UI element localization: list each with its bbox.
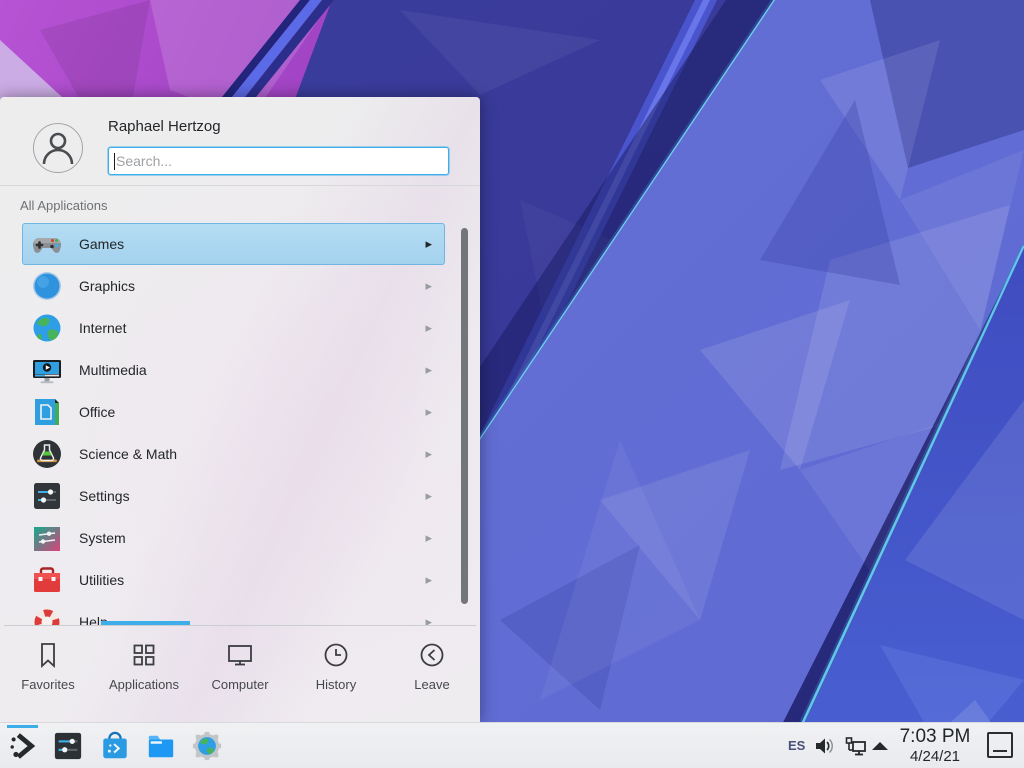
tab-label: Leave	[414, 677, 449, 692]
applications-grid-icon	[128, 639, 160, 671]
category-label: Settings	[79, 476, 130, 516]
history-clock-icon	[320, 639, 352, 671]
computer-icon	[224, 639, 256, 671]
submenu-arrow-icon: ▸	[425, 392, 432, 432]
category-label: Games	[79, 224, 124, 264]
category-label: Science & Math	[79, 434, 177, 474]
tab-label: Applications	[109, 677, 179, 692]
submenu-arrow-icon: ▸	[425, 476, 432, 516]
show-desktop-button[interactable]	[987, 732, 1013, 758]
submenu-arrow-icon: ▸	[425, 266, 432, 306]
category-multimedia[interactable]: Multimedia ▸	[22, 349, 445, 391]
launcher-active-indicator	[7, 725, 38, 728]
graphics-ball-icon	[31, 270, 63, 302]
submenu-arrow-icon: ▸	[425, 602, 432, 625]
tab-favorites[interactable]: Favorites	[0, 626, 96, 722]
multimedia-icon	[31, 354, 63, 386]
application-launcher-menu: Raphael Hertzog Search... All Applicatio…	[0, 97, 480, 722]
user-icon	[34, 124, 82, 172]
category-label: Graphics	[79, 266, 135, 306]
tab-label: History	[316, 677, 356, 692]
user-name: Raphael Hertzog	[108, 118, 221, 135]
submenu-arrow-icon: ▸	[425, 434, 432, 474]
leave-back-icon	[416, 639, 448, 671]
system-settings-launcher[interactable]	[53, 731, 83, 761]
desktop: Raphael Hertzog Search... All Applicatio…	[0, 0, 1024, 768]
header-divider	[0, 185, 480, 186]
web-browser-launcher[interactable]	[192, 731, 222, 761]
tab-label: Favorites	[21, 677, 74, 692]
category-games[interactable]: Games ▸	[22, 223, 445, 265]
tab-leave[interactable]: Leave	[384, 626, 480, 722]
tray-expand-arrow[interactable]	[872, 742, 888, 750]
category-utilities[interactable]: Utilities ▸	[22, 559, 445, 601]
category-label: Internet	[79, 308, 126, 348]
submenu-arrow-icon: ▸	[425, 308, 432, 348]
tab-label: Computer	[211, 677, 268, 692]
tab-applications[interactable]: Applications	[96, 626, 192, 722]
digital-clock[interactable]: 7:03 PM 4/24/21	[893, 725, 977, 765]
category-system[interactable]: System ▸	[22, 517, 445, 559]
category-label: Office	[79, 392, 115, 432]
science-flask-icon	[31, 438, 63, 470]
launcher-tab-bar: Favorites Applications Computer	[0, 626, 480, 722]
text-cursor	[114, 153, 115, 170]
bookmark-icon	[32, 639, 64, 671]
category-internet[interactable]: Internet ▸	[22, 307, 445, 349]
category-label: System	[79, 518, 126, 558]
gamepad-icon	[31, 228, 63, 260]
help-lifering-icon	[31, 606, 63, 625]
submenu-arrow-icon: ▸	[425, 518, 432, 558]
tab-history[interactable]: History	[288, 626, 384, 722]
search-placeholder: Search...	[116, 153, 172, 169]
network-icon[interactable]	[844, 736, 868, 758]
category-help[interactable]: Help ▸	[22, 601, 445, 625]
category-graphics[interactable]: Graphics ▸	[22, 265, 445, 307]
discover-launcher[interactable]	[100, 731, 130, 761]
keyboard-layout-indicator[interactable]: ES	[788, 738, 805, 753]
submenu-arrow-icon: ▸	[425, 560, 432, 600]
system-icon	[31, 522, 63, 554]
category-science-math[interactable]: Science & Math ▸	[22, 433, 445, 475]
toolbox-icon	[31, 564, 63, 596]
clock-date: 4/24/21	[893, 749, 977, 765]
user-avatar[interactable]	[33, 123, 83, 173]
tab-computer[interactable]: Computer	[192, 626, 288, 722]
category-office[interactable]: Office ▸	[22, 391, 445, 433]
office-document-icon	[31, 396, 63, 428]
settings-sliders-icon	[31, 480, 63, 512]
search-input[interactable]: Search...	[108, 147, 449, 175]
submenu-arrow-icon: ▸	[425, 350, 432, 390]
submenu-arrow-icon: ▸	[425, 224, 432, 264]
file-manager-launcher[interactable]	[146, 731, 176, 761]
category-label: Utilities	[79, 560, 124, 600]
category-settings[interactable]: Settings ▸	[22, 475, 445, 517]
list-scrollbar[interactable]	[461, 228, 468, 604]
section-label: All Applications	[20, 198, 107, 213]
taskbar-panel: ES 7:03 PM 4/24/21	[0, 722, 1024, 768]
category-label: Multimedia	[79, 350, 147, 390]
application-launcher-button[interactable]	[8, 731, 38, 761]
globe-icon	[31, 312, 63, 344]
clock-time: 7:03 PM	[893, 725, 977, 749]
volume-icon[interactable]	[814, 736, 836, 756]
category-list: Games ▸ Graphics ▸ Intern	[0, 222, 480, 625]
